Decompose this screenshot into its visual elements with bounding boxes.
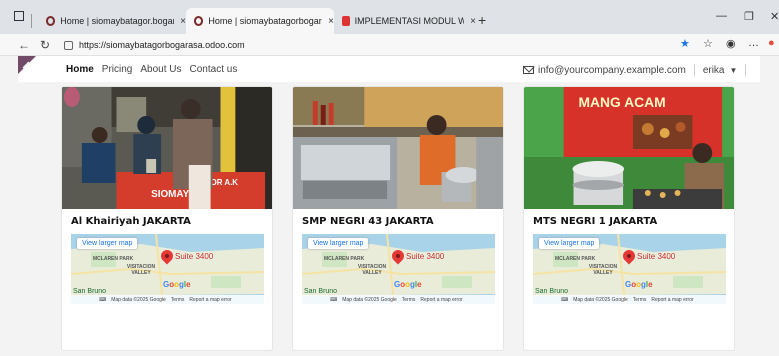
map-place-label: VISITACION VALLEY [126, 264, 156, 276]
url-field[interactable]: https://siomaybatagorbogarasa.odoo.com [64, 37, 764, 53]
map-city-label: San Bruno [535, 288, 569, 295]
map-pin-label: Suite 3400 [175, 252, 214, 261]
browser-tab-strip: Home | siomaybatagor.bogarasa × Home | s… [0, 0, 779, 34]
map-data-text: Map data ©2025 Google [573, 296, 628, 303]
company-email[interactable]: info@yourcompany.example.com [538, 65, 686, 76]
copilot-icon[interactable]: ● [768, 37, 775, 49]
user-menu[interactable]: erika ▼ [703, 65, 738, 76]
school-cards: SIOMAY OR A.K Al Khairiyah JAKARTA MCLAR… [61, 86, 741, 356]
school-card: SMP NEGRI 43 JAKARTA MCLAREN PARK VISITA… [292, 86, 504, 351]
map-report-link[interactable]: Report a map error [651, 297, 693, 303]
nav-home[interactable]: Home [66, 64, 94, 75]
map-place-label: MCLAREN PARK [324, 256, 365, 262]
header-contact: info@yourcompany.example.com erika ▼ [523, 64, 754, 76]
tab-separator [31, 14, 32, 28]
tab-actions-icon[interactable] [14, 11, 24, 21]
tab-home-1[interactable]: Home | siomaybatagor.bogarasa × [38, 8, 186, 34]
tab-home-2[interactable]: Home | siomaybatagorbogarasa × [186, 8, 334, 34]
school-photo: MANG ACAM [524, 87, 734, 209]
website-page: Home Pricing About Us Contact us info@yo… [0, 56, 779, 356]
tab-actions[interactable] [14, 11, 24, 21]
odoo-favicon-icon [46, 16, 56, 26]
svg-text:MANG ACAM: MANG ACAM [578, 94, 665, 110]
odoo-favicon-icon [194, 16, 204, 26]
google-logo: Google [163, 280, 191, 289]
keyboard-shortcuts-icon[interactable]: ⌨ [330, 297, 337, 303]
caret-down-icon: ▼ [729, 65, 738, 75]
school-name: MTS NEGRI 1 JAKARTA [533, 216, 658, 227]
favorites-icon[interactable]: ☆ [703, 37, 713, 50]
main-nav: Home Pricing About Us Contact us [66, 64, 237, 75]
map-place-label: MCLAREN PARK [555, 256, 596, 262]
site-info-icon[interactable] [64, 40, 73, 50]
google-logo: Google [394, 280, 422, 289]
school-card: SIOMAY OR A.K Al Khairiyah JAKARTA MCLAR… [61, 86, 273, 351]
url-text: https://siomaybatagorbogarasa.odoo.com [79, 40, 245, 50]
new-tab-button[interactable]: + [478, 12, 486, 28]
map-place-label: VISITACION VALLEY [588, 264, 618, 276]
map-city-label: San Bruno [304, 288, 338, 295]
reload-icon[interactable]: ↻ [40, 38, 50, 52]
school-name: Al Khairiyah JAKARTA [71, 216, 191, 227]
bookmark-star-icon[interactable]: ★ [680, 37, 690, 50]
user-name: erika [702, 64, 725, 76]
svg-text:OR A.K: OR A.K [211, 178, 239, 187]
restore-icon[interactable]: ❐ [744, 10, 754, 23]
map-report-link[interactable]: Report a map error [420, 297, 462, 303]
google-map[interactable]: MCLAREN PARK VISITACION VALLEY View larg… [71, 234, 264, 304]
google-map[interactable]: MCLAREN PARK VISITACION VALLEY View larg… [533, 234, 726, 304]
map-pin-label: Suite 3400 [637, 252, 676, 261]
map-city-label: San Bruno [73, 288, 107, 295]
school-photo [293, 87, 503, 209]
close-window-icon[interactable]: ✕ [770, 10, 779, 23]
nav-pricing[interactable]: Pricing [102, 64, 133, 75]
nav-about-us[interactable]: About Us [140, 64, 181, 75]
svg-text:SIOMAY: SIOMAY [151, 189, 189, 200]
view-larger-map-link[interactable]: View larger map [539, 238, 600, 249]
tab-close-icon[interactable]: × [470, 16, 476, 27]
map-report-link[interactable]: Report a map error [189, 297, 231, 303]
divider [693, 64, 695, 76]
map-footer: ⌨ Map data ©2025 Google Terms Report a m… [533, 295, 726, 304]
pdf-favicon-icon [342, 16, 350, 26]
google-logo: Google [625, 280, 653, 289]
more-menu-icon[interactable]: … [748, 37, 759, 49]
google-map[interactable]: MCLAREN PARK VISITACION VALLEY View larg… [302, 234, 495, 304]
map-terms-link[interactable]: Terms [633, 297, 647, 303]
envelope-icon [523, 66, 534, 74]
address-bar-row: ← ↻ https://siomaybatagorbogarasa.odoo.c… [0, 34, 779, 56]
site-logo-icon[interactable] [18, 56, 36, 74]
back-icon[interactable]: ← [18, 38, 30, 52]
minimize-icon[interactable]: — [716, 10, 727, 22]
map-place-label: MCLAREN PARK [93, 256, 134, 262]
tab-title: IMPLEMENTASI MODUL WEBSITE [354, 16, 465, 26]
tab-implementasi[interactable]: IMPLEMENTASI MODUL WEBSITE × [334, 8, 476, 34]
map-footer: ⌨ Map data ©2025 Google Terms Report a m… [71, 295, 264, 304]
keyboard-shortcuts-icon[interactable]: ⌨ [99, 297, 106, 303]
map-terms-link[interactable]: Terms [402, 297, 416, 303]
school-card: MANG ACAM MTS NEGRI 1 JAKARTA MCLAREN PA… [523, 86, 735, 351]
nav-contact-us[interactable]: Contact us [190, 64, 238, 75]
school-photo: SIOMAY OR A.K [62, 87, 272, 209]
keyboard-shortcuts-icon[interactable]: ⌨ [561, 297, 568, 303]
profile-icon[interactable]: ◉ [726, 37, 736, 50]
view-larger-map-link[interactable]: View larger map [77, 238, 138, 249]
site-header: Home Pricing About Us Contact us info@yo… [18, 56, 760, 82]
map-data-text: Map data ©2025 Google [111, 296, 166, 303]
map-terms-link[interactable]: Terms [171, 297, 185, 303]
map-footer: ⌨ Map data ©2025 Google Terms Report a m… [302, 295, 495, 304]
tab-title: Home | siomaybatagor.bogarasa [60, 16, 174, 26]
view-larger-map-link[interactable]: View larger map [308, 238, 369, 249]
map-place-label: VISITACION VALLEY [357, 264, 387, 276]
divider [745, 64, 747, 76]
map-pin-label: Suite 3400 [406, 252, 445, 261]
school-name: SMP NEGRI 43 JAKARTA [302, 216, 434, 227]
tab-title: Home | siomaybatagorbogarasa [208, 16, 322, 26]
map-data-text: Map data ©2025 Google [342, 296, 397, 303]
